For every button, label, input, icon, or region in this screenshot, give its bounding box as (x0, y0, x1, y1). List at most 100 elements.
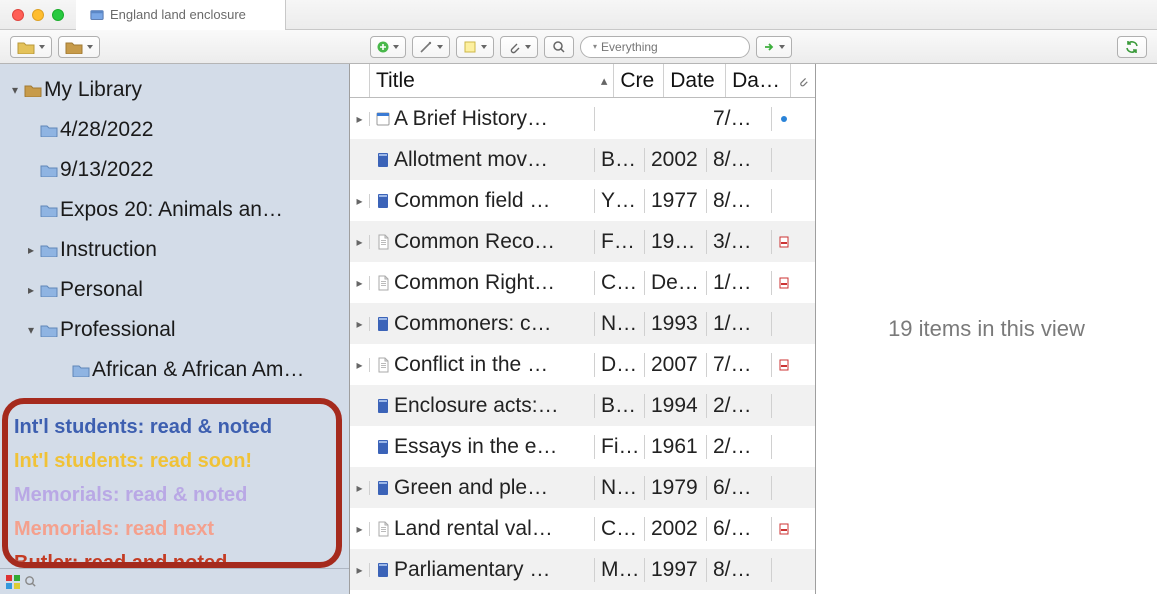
new-library-button[interactable] (58, 36, 100, 58)
item-row[interactable]: ▸Land rental val…C…20026/… (350, 508, 815, 549)
tag-item[interactable]: Int'l students: read & noted (14, 410, 330, 444)
main-split: ▾My Library4/28/20229/13/2022Expos 20: A… (0, 64, 1157, 594)
sidebar-item-label: Expos 20: Animals an… (60, 190, 283, 230)
item-attachment-indicator (772, 116, 796, 122)
search-input[interactable] (601, 40, 756, 54)
item-attachment-indicator (772, 236, 796, 248)
add-attachment-button[interactable] (500, 36, 538, 58)
tag-item[interactable]: Int'l students: read soon! (14, 444, 330, 478)
col-date-added[interactable]: Da… (726, 64, 791, 97)
twisty-icon[interactable]: ▸ (350, 276, 370, 290)
col-attachment[interactable] (791, 64, 815, 97)
item-date-added: 6/… (707, 476, 772, 500)
item-row[interactable]: ▸Common Reco…F…19…3/… (350, 221, 815, 262)
item-title: Essays in the e… (370, 435, 595, 459)
item-creator: M… (595, 558, 645, 582)
tag-item[interactable]: Butler: read and noted (14, 546, 330, 568)
item-row[interactable]: ▸Common field …Y…19778/… (350, 180, 815, 221)
library-icon (65, 40, 83, 54)
item-creator: B… (595, 394, 645, 418)
item-attachment-indicator (772, 523, 796, 535)
items-pane: Title Cre Date Da… ▸A Brief History…7/…A… (350, 64, 816, 594)
collection-icon (90, 8, 104, 22)
sidebar-item[interactable]: ▾ Professional (0, 310, 349, 350)
twisty-icon[interactable]: ▸ (350, 522, 370, 536)
sidebar-item[interactable]: ▸Instruction (0, 230, 349, 270)
item-row[interactable]: ▸Conflict in the …D…20077/… (350, 344, 815, 385)
tag-item[interactable]: Memorials: read next (14, 512, 330, 546)
sync-button[interactable] (1117, 36, 1147, 58)
new-note-button[interactable] (456, 36, 494, 58)
item-row[interactable]: ▸Common Right…C…De…1/… (350, 262, 815, 303)
collections-pane: ▾My Library4/28/20229/13/2022Expos 20: A… (0, 64, 350, 594)
items-header: Title Cre Date Da… (350, 64, 815, 98)
item-creator: F… (595, 230, 645, 254)
twisty-icon[interactable]: ▸ (350, 194, 370, 208)
item-date: De… (645, 271, 707, 295)
item-row[interactable]: ▸Commoners: c…N…19931/… (350, 303, 815, 344)
new-item-button[interactable] (370, 36, 406, 58)
sidebar-item[interactable]: Expos 20: Animals an… (0, 190, 349, 230)
item-row[interactable]: ▸A Brief History…7/… (350, 98, 815, 139)
quicksearch[interactable]: ▾ (580, 36, 750, 58)
col-title[interactable]: Title (370, 64, 614, 97)
folder-plus-icon (17, 40, 35, 54)
item-title: Common field … (370, 189, 595, 213)
tag-item[interactable]: Memorials: read & noted (14, 478, 330, 512)
items-list: ▸A Brief History…7/…Allotment mov…B…2002… (350, 98, 815, 590)
twisty-icon[interactable]: ▸ (350, 481, 370, 495)
twisty-icon[interactable]: ▸ (350, 563, 370, 577)
book-icon (376, 316, 390, 332)
book-icon (376, 480, 390, 496)
col-expand[interactable] (350, 64, 370, 97)
tag-filter-input[interactable] (41, 574, 343, 589)
item-row[interactable]: Essays in the e…Fi…19612/… (350, 426, 815, 467)
item-row[interactable]: Allotment mov…B…20028/… (350, 139, 815, 180)
twisty-icon[interactable]: ▸ (350, 235, 370, 249)
window-titlebar: England land enclosure (0, 0, 1157, 30)
book-icon (376, 439, 390, 455)
wand-icon (419, 40, 433, 54)
item-date-added: 3/… (707, 230, 772, 254)
sidebar-item[interactable]: ▾My Library (0, 70, 349, 110)
zoom-icon[interactable] (52, 9, 64, 21)
search-icon (24, 575, 37, 588)
col-date[interactable]: Date (664, 64, 726, 97)
item-title: Commoners: c… (370, 312, 595, 336)
note-icon (463, 40, 477, 54)
twisty-icon[interactable]: ▸ (350, 317, 370, 331)
sidebar-item-label: Professional (60, 310, 176, 350)
advanced-search-button[interactable] (544, 36, 574, 58)
item-creator: C… (595, 517, 645, 541)
item-title: A Brief History… (370, 107, 595, 131)
twisty-icon[interactable]: ▸ (350, 112, 370, 126)
new-collection-button[interactable] (10, 36, 52, 58)
twisty-icon[interactable]: ▾ (24, 310, 38, 350)
item-row[interactable]: ▸Parliamentary …M…19978/… (350, 549, 815, 590)
item-date-added: 8/… (707, 148, 772, 172)
sidebar-item[interactable]: 4/28/2022 (0, 110, 349, 150)
locate-button[interactable] (756, 36, 792, 58)
twisty-icon[interactable]: ▸ (24, 270, 38, 310)
tag-swatches-icon[interactable] (6, 575, 20, 589)
info-status-text: 19 items in this view (888, 316, 1085, 342)
folder-icon (38, 203, 60, 217)
twisty-icon[interactable]: ▸ (350, 358, 370, 372)
minimize-icon[interactable] (32, 9, 44, 21)
item-row[interactable]: Enclosure acts:…B…19942/… (350, 385, 815, 426)
search-mode-chevron-icon[interactable]: ▾ (593, 42, 597, 51)
tab-collection[interactable]: England land enclosure (76, 0, 286, 30)
col-creator[interactable]: Cre (614, 64, 664, 97)
twisty-icon[interactable]: ▸ (24, 230, 38, 270)
sidebar-item[interactable]: ▸Personal (0, 270, 349, 310)
close-icon[interactable] (12, 9, 24, 21)
add-by-identifier-button[interactable] (412, 36, 450, 58)
item-date: 1994 (645, 394, 707, 418)
twisty-icon[interactable]: ▾ (8, 70, 22, 110)
item-row[interactable]: ▸Green and ple…N…19796/… (350, 467, 815, 508)
sidebar-item[interactable]: 9/13/2022 (0, 150, 349, 190)
sidebar-item[interactable]: African & African Am… (0, 350, 349, 390)
sync-icon (1125, 40, 1139, 54)
item-date-added: 1/… (707, 312, 772, 336)
doc-icon (376, 275, 390, 291)
